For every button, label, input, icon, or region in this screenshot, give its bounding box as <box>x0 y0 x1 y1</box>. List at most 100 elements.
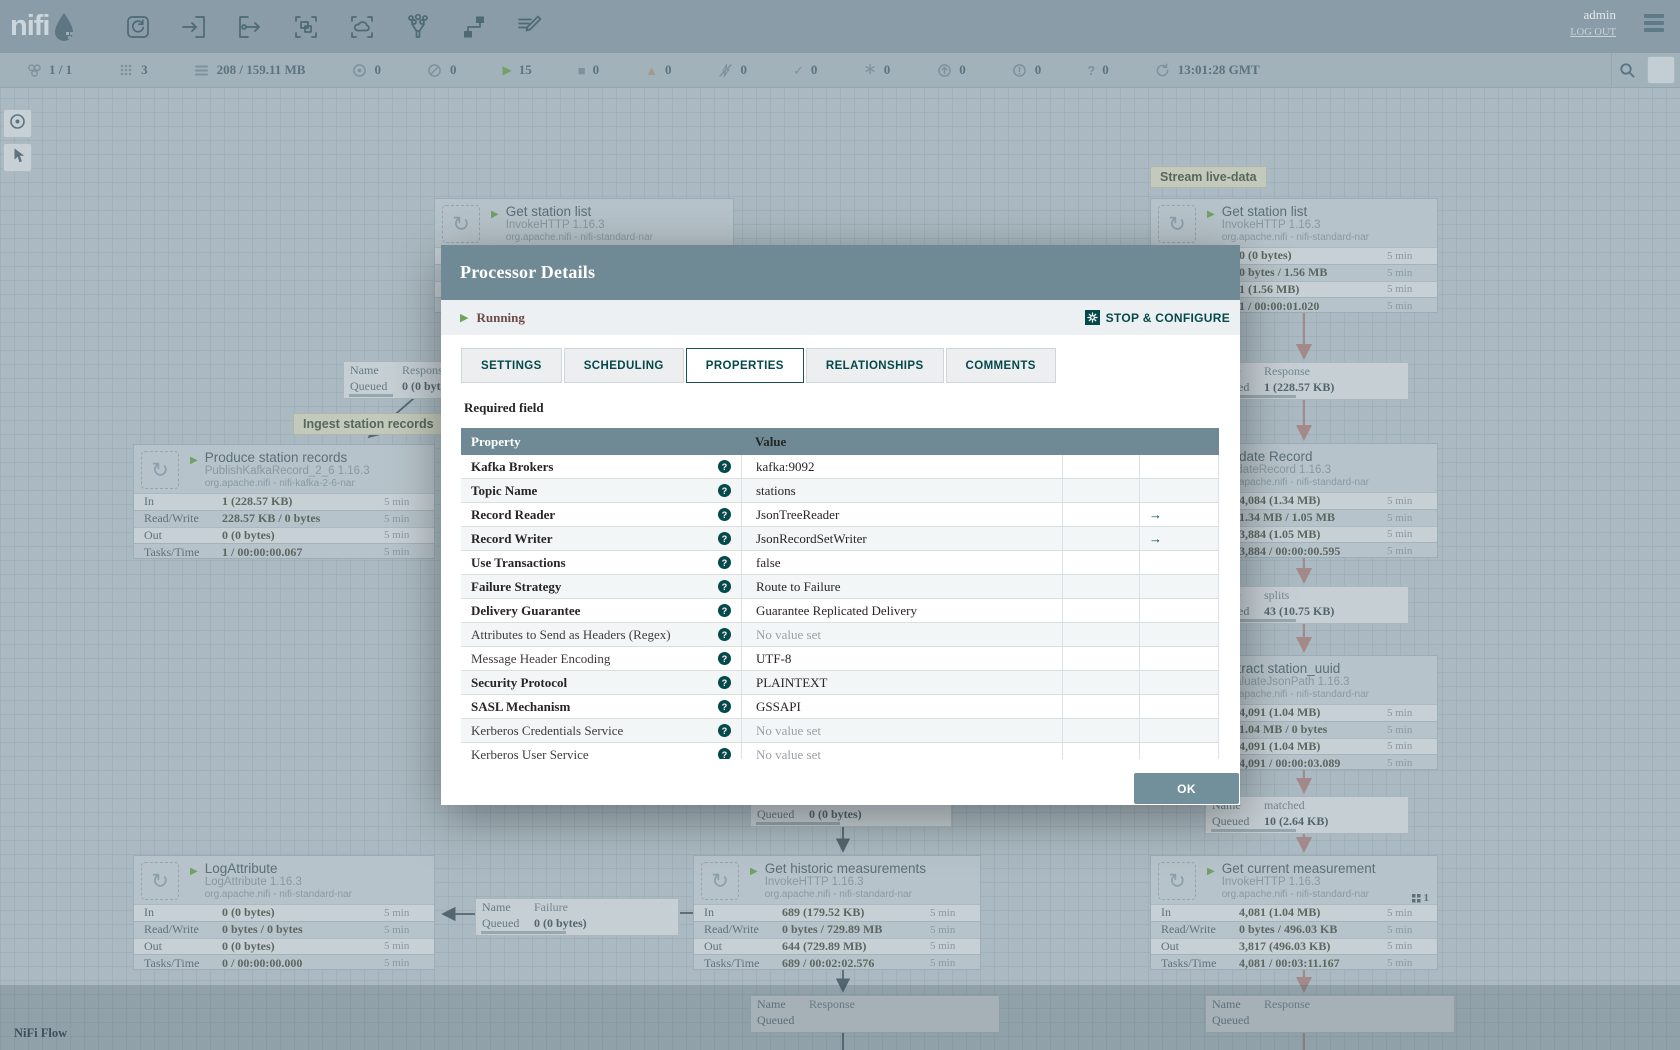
breadcrumb[interactable]: NiFi Flow <box>14 1026 67 1041</box>
template-icon[interactable] <box>460 13 488 41</box>
stat-label: Out <box>704 938 722 953</box>
stat-window: 5 min <box>384 940 410 953</box>
property-value[interactable]: GSSAPI <box>741 695 1062 718</box>
running-icon: ▶ <box>190 455 198 466</box>
help-icon[interactable]: ? <box>718 652 731 665</box>
label-icon[interactable] <box>516 13 544 41</box>
property-value[interactable]: JsonTreeReader <box>741 503 1062 526</box>
processor-type: PublishKafkaRecord_2_6 1.16.3 <box>204 465 370 477</box>
current-user: admin <box>1583 7 1617 22</box>
status-sync-failure: ? 0 <box>1087 62 1109 78</box>
processor-type-icon: ↻ <box>1158 862 1196 900</box>
canvas-label-ingest[interactable]: Ingest station records <box>293 413 444 435</box>
help-icon[interactable]: ? <box>718 484 731 497</box>
property-value[interactable]: JsonRecordSetWriter <box>741 527 1062 550</box>
connection-label-response-left[interactable]: NameResponse Queued0 (0 bytes) <box>343 361 449 399</box>
help-icon[interactable]: ? <box>718 748 731 759</box>
search-icon[interactable] <box>1611 53 1642 87</box>
stat-value: 0 bytes / 496.03 KB <box>1239 922 1338 937</box>
processor-icon[interactable] <box>124 13 152 41</box>
property-row: Topic Name? stations <box>461 479 1218 503</box>
gear-icon <box>1084 310 1100 325</box>
stat-label: In <box>144 494 154 509</box>
tab-relationships[interactable]: RELATIONSHIPS <box>805 348 944 383</box>
check-icon: ✓ <box>792 62 804 78</box>
stat-value: 0 bytes / 729.89 MB <box>782 922 883 937</box>
property-value[interactable]: PLAINTEXT <box>741 671 1062 694</box>
global-menu-icon[interactable] <box>1644 14 1664 35</box>
property-value[interactable]: No value set <box>741 719 1062 742</box>
birdseye-toggle-button[interactable] <box>1647 56 1675 84</box>
ok-button[interactable]: OK <box>1134 773 1239 804</box>
refresh-icon[interactable] <box>1155 62 1171 78</box>
column-value: Value <box>755 433 787 449</box>
property-value[interactable]: No value set <box>741 743 1062 759</box>
flow-status-bar: 1 / 1 3 208 / 159.11 MB 0 0 ▶ 15 ■ 0 ▲ 0… <box>0 53 1680 88</box>
stat-window: 5 min <box>1387 923 1413 936</box>
stop-and-configure-button[interactable]: STOP & CONFIGURE <box>1084 310 1230 325</box>
property-value[interactable]: No value set <box>741 623 1062 646</box>
property-value[interactable]: Route to Failure <box>741 575 1062 598</box>
stat-value: 1 (228.57 KB) <box>222 494 293 509</box>
processor-details-dialog: Processor Details ▶ Running STOP & CONFI… <box>441 245 1240 805</box>
property-value[interactable]: false <box>741 551 1062 574</box>
processor-logattribute[interactable]: ↻ ▶ LogAttribute LogAttribute 1.16.3 org.ap… <box>133 855 435 970</box>
go-to-service-icon[interactable]: → <box>1149 531 1162 547</box>
status-active-threads: 3 <box>118 62 148 78</box>
help-icon[interactable]: ? <box>718 604 731 617</box>
running-icon: ▶ <box>190 866 198 877</box>
help-icon[interactable]: ? <box>718 580 731 593</box>
help-icon[interactable]: ? <box>718 460 731 473</box>
operate-palette-button[interactable] <box>3 143 32 172</box>
stat-label: Out <box>144 938 162 953</box>
stat-window: 5 min <box>384 495 410 508</box>
property-value[interactable]: kafka:9092 <box>741 455 1062 478</box>
stat-value: 1 / 00:00:00.067 <box>222 544 303 559</box>
processor-get-current-measurement[interactable]: ↻ ▶ Get current measurement InvokeHTTP 1.1… <box>1150 855 1438 970</box>
help-icon[interactable]: ? <box>718 508 731 521</box>
stat-label: Tasks/Time <box>144 955 200 970</box>
property-value[interactable]: Guarantee Replicated Delivery <box>741 599 1062 622</box>
cluster-icon <box>26 62 42 78</box>
property-name: Topic Name <box>471 482 538 498</box>
help-icon[interactable]: ? <box>718 532 731 545</box>
tab-scheduling[interactable]: SCHEDULING <box>563 348 684 383</box>
property-name: Message Header Encoding <box>471 650 611 666</box>
processor-type-icon: ↻ <box>701 862 739 900</box>
tab-comments[interactable]: COMMENTS <box>945 348 1056 383</box>
status-locally-modified: ∗ 0 <box>863 61 891 78</box>
process-group-icon[interactable] <box>292 13 320 41</box>
breadcrumb-bar <box>0 985 1680 1050</box>
tab-settings[interactable]: SETTINGS <box>461 348 562 383</box>
tab-properties[interactable]: PROPERTIES <box>685 348 804 383</box>
property-value[interactable]: stations <box>741 479 1062 502</box>
stat-label: Read/Write <box>144 922 199 937</box>
help-icon[interactable]: ? <box>718 700 731 713</box>
input-port-icon[interactable] <box>180 13 208 41</box>
help-icon[interactable]: ? <box>718 628 731 641</box>
help-icon[interactable]: ? <box>718 556 731 569</box>
help-icon[interactable]: ? <box>718 724 731 737</box>
nifi-drop-icon <box>52 12 76 42</box>
processor-bundle: org.apache.nifi - nifi-standard-nar <box>1221 232 1370 243</box>
navigate-palette-button[interactable] <box>3 109 32 138</box>
processor-produce-station-records[interactable]: ↻ ▶ Produce station records PublishKafkaRe… <box>133 444 435 559</box>
running-icon: ▶ <box>750 866 758 877</box>
property-value[interactable]: UTF-8 <box>741 647 1062 670</box>
stat-label: In <box>704 905 714 920</box>
output-port-icon[interactable] <box>236 13 264 41</box>
stat-value: 1.04 MB / 0 bytes <box>1239 722 1328 737</box>
funnel-icon[interactable] <box>404 13 432 41</box>
connection-label-failure[interactable]: Name Failure Queued 0 (0 bytes) <box>475 898 679 936</box>
running-icon: ▶ <box>460 312 469 324</box>
property-row: Record Reader? JsonTreeReader → <box>461 503 1218 527</box>
stat-window: 5 min <box>1387 957 1413 970</box>
go-to-service-icon[interactable]: → <box>1149 507 1162 523</box>
logout-link[interactable]: LOG OUT <box>1570 27 1616 38</box>
processor-get-historic-measurements[interactable]: ↻ ▶ Get historic measurements InvokeHTTP 1… <box>693 855 981 970</box>
help-icon[interactable]: ? <box>718 676 731 689</box>
stat-value: 0 / 00:00:00.000 <box>222 955 303 970</box>
remote-process-group-icon[interactable] <box>348 13 376 41</box>
canvas-label-stream[interactable]: Stream live-data <box>1150 166 1267 188</box>
stat-value: 0 (0 bytes) <box>1239 248 1292 263</box>
